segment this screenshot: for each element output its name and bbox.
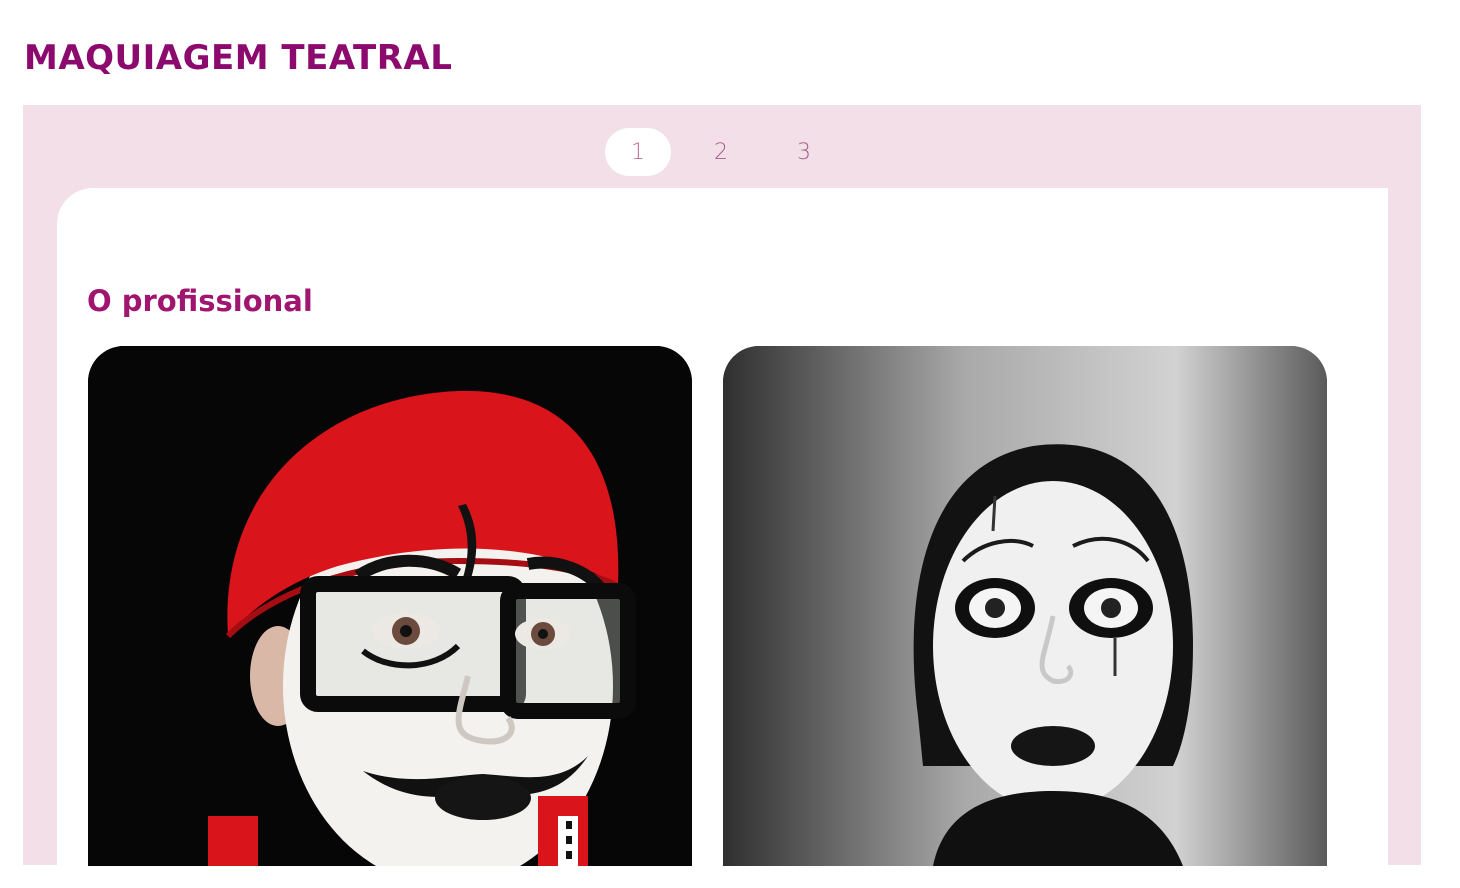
page-1-button[interactable]: 1 [605, 128, 671, 176]
pagination: 1 2 3 [605, 128, 854, 176]
gallery-panel: 1 2 3 O profissional [23, 105, 1421, 888]
page-title: MAQUIAGEM TEATRAL [24, 38, 453, 78]
page-2-button[interactable]: 2 [688, 128, 754, 176]
mime-red-beret-photo [88, 346, 692, 866]
content-card: O profissional [57, 188, 1388, 888]
mime-black-white-photo [723, 346, 1327, 866]
section-title: O profissional [87, 284, 313, 318]
page-3-button[interactable]: 3 [771, 128, 837, 176]
